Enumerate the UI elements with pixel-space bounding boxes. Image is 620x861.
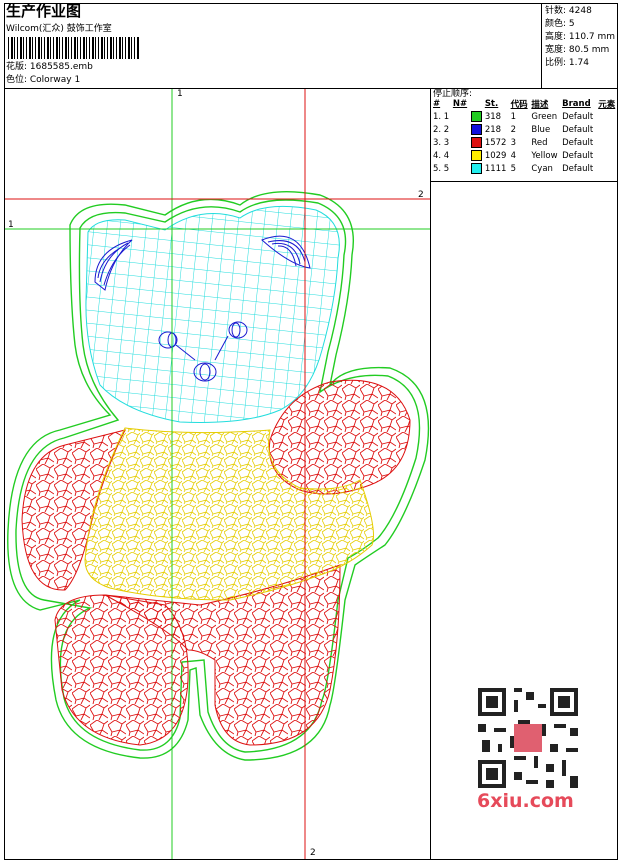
col-swatch — [470, 97, 484, 110]
row-desc: Cyan — [531, 163, 553, 174]
color-swatch-box — [470, 150, 482, 161]
row-code: 1 — [510, 111, 517, 122]
page-title: 生产作业图 — [6, 2, 82, 20]
row-desc: Green — [531, 111, 558, 122]
table-header-row: # N# St. 代码 描述 Brand 元素 — [432, 97, 618, 110]
row-stitches: 318 — [484, 111, 502, 122]
row-code: 5 — [510, 163, 517, 174]
row-desc: Yellow — [531, 150, 558, 161]
bear-head — [85, 205, 340, 423]
guide-label-h1: 1 — [8, 220, 14, 230]
row-index: 3. 3 — [433, 137, 450, 148]
color-swatch — [470, 136, 484, 149]
guide-label-v1: 1 — [177, 89, 183, 99]
row-element — [597, 162, 618, 175]
row-desc: Blue — [531, 124, 551, 135]
color-swatch — [470, 162, 484, 175]
col-num: # — [433, 98, 441, 109]
color-swatch-box — [470, 137, 482, 148]
row-needle — [452, 123, 470, 136]
table-row: 1. 1 318 1 Green Default — [432, 110, 618, 123]
row-stitches: 1111 — [484, 163, 507, 174]
table-row: 2. 2 218 2 Blue Default — [432, 123, 618, 136]
row-needle — [452, 136, 470, 149]
row-index: 2. 2 — [433, 124, 450, 135]
stat-colors: 颜色: 5 — [545, 19, 575, 29]
row-stitches: 218 — [484, 124, 502, 135]
stat-width: 宽度: 80.5 mm — [545, 45, 610, 55]
embroidery-design — [5, 89, 430, 859]
col-brand: Brand — [562, 98, 591, 109]
stat-scale: 比例: 1.74 — [545, 58, 589, 68]
row-index: 4. 4 — [433, 150, 450, 161]
row-index: 1. 1 — [433, 111, 450, 122]
row-needle — [452, 110, 470, 123]
row-element — [597, 123, 618, 136]
row-needle — [452, 149, 470, 162]
stat-height: 高度: 110.7 mm — [545, 32, 616, 42]
col-code: 代码 — [510, 99, 528, 110]
row-stitches: 1029 — [484, 150, 507, 161]
color-swatch-box — [470, 124, 482, 135]
design-file: 花版: 1685585.emb — [6, 62, 93, 72]
row-brand: Default — [562, 137, 594, 148]
colorway: 色位: Colorway 1 — [6, 75, 81, 85]
row-brand: Default — [562, 163, 594, 174]
color-swatch — [470, 123, 484, 136]
row-code: 4 — [510, 150, 517, 161]
row-element — [597, 149, 618, 162]
row-needle — [452, 162, 470, 175]
col-element: 元素 — [598, 99, 616, 110]
watermark: 6xiu.com — [477, 790, 574, 812]
guide-label-v2: 2 — [310, 848, 316, 858]
barcode — [8, 37, 140, 59]
qr-code — [470, 680, 586, 796]
row-index: 5. 5 — [433, 163, 450, 174]
row-brand: Default — [562, 111, 594, 122]
stat-stitches: 针数: 4248 — [545, 6, 592, 16]
table-row: 3. 3 1572 3 Red Default — [432, 136, 618, 149]
col-stitches: St. — [484, 98, 499, 109]
row-desc: Red — [531, 137, 548, 148]
color-swatch-box — [470, 111, 482, 122]
col-desc: 描述 — [531, 99, 549, 110]
row-code: 2 — [510, 124, 517, 135]
row-element — [597, 136, 618, 149]
row-element — [597, 110, 618, 123]
color-swatch-box — [470, 163, 482, 174]
row-brand: Default — [562, 150, 594, 161]
color-swatch — [470, 149, 484, 162]
table-row: 5. 5 1111 5 Cyan Default — [432, 162, 618, 175]
color-swatch — [470, 110, 484, 123]
row-stitches: 1572 — [484, 137, 507, 148]
row-brand: Default — [562, 124, 594, 135]
table-row: 4. 4 1029 4 Yellow Default — [432, 149, 618, 162]
company-name: Wilcom(汇众) 鼓饰工作室 — [6, 24, 112, 34]
stop-sequence-table: # N# St. 代码 描述 Brand 元素 1. 1 318 1 Green Def… — [432, 97, 618, 175]
guide-label-h2: 2 — [418, 190, 424, 200]
row-code: 3 — [510, 137, 517, 148]
col-needle: N# — [452, 98, 468, 109]
